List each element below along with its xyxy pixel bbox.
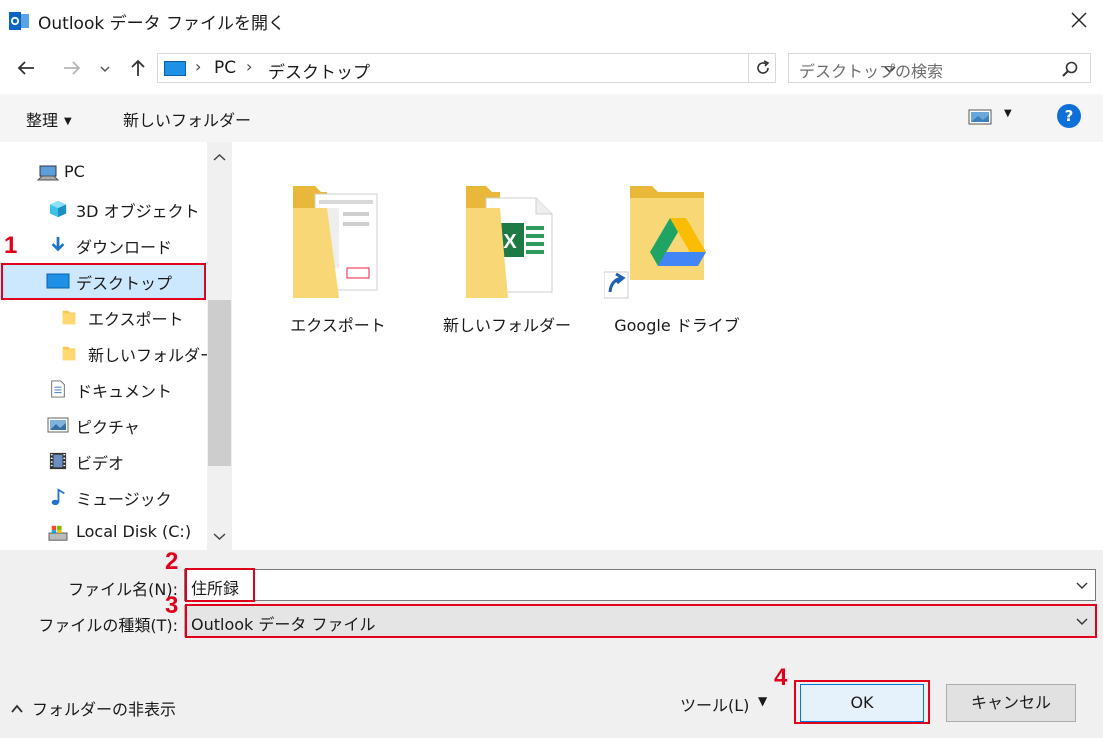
nav-item-local-disk[interactable]: Local Disk (C:) (0, 515, 206, 551)
nav-item-music[interactable]: ミュージック (0, 479, 206, 515)
up-arrow-icon[interactable] (124, 54, 152, 82)
cancel-button[interactable]: キャンセル (946, 684, 1076, 722)
search-icon[interactable] (1061, 60, 1079, 78)
hide-folders-label: フォルダーの非表示 (32, 700, 177, 719)
dropdown-triangle-icon: ▼ (64, 116, 72, 127)
nav-item-3d-objects[interactable]: 3D オブジェクト (0, 191, 206, 227)
filename-value: 住所録 (191, 579, 240, 598)
nav-item-label: Local Disk (C:) (76, 522, 192, 541)
view-dropdown-icon[interactable]: ▼ (1004, 108, 1012, 119)
ok-button[interactable]: OK (800, 684, 924, 722)
nav-item-downloads[interactable]: ダウンロード (0, 227, 206, 263)
desktop-icon (46, 273, 70, 289)
filetype-select[interactable]: Outlook データ ファイル (184, 605, 1096, 637)
nav-item-label: エクスポート (88, 310, 184, 329)
annotation-number: 3 (165, 592, 179, 619)
nav-item-label: 新しいフォルダー (88, 346, 217, 365)
window-title: Outlook データ ファイルを開く (38, 14, 285, 34)
navigation-pane: PC 3D オブジェクト ダウンロード デスクトップ エクスポート 新しいフォル… (0, 142, 232, 550)
file-label: Google ドライブ (614, 316, 740, 335)
desktop-icon (164, 61, 186, 76)
nav-item-documents[interactable]: ドキュメント (0, 371, 206, 407)
filetype-label: ファイルの種類(T): (38, 616, 178, 635)
nav-item-label: ビデオ (76, 454, 125, 473)
file-item-new-folder[interactable]: X 新しいフォルダー (442, 154, 572, 335)
video-icon (49, 452, 67, 470)
annotation-number: 1 (4, 232, 18, 259)
scroll-down-chevron-icon[interactable] (208, 525, 231, 549)
file-item-export[interactable]: エクスポート (273, 154, 403, 335)
organize-label: 整理 (26, 111, 59, 130)
hide-folders-button[interactable]: フォルダーの非表示 (10, 696, 176, 720)
file-label: 新しいフォルダー (442, 316, 571, 335)
svg-text:X: X (503, 231, 517, 253)
nav-item-label: PC (64, 162, 85, 181)
local-disk-icon (48, 525, 68, 541)
folder-icon (62, 346, 76, 361)
recent-locations-chevron-icon[interactable] (94, 54, 116, 82)
nav-item-export-folder[interactable]: エクスポート (0, 299, 206, 335)
tools-dropdown-icon[interactable]: ▼ (758, 694, 767, 708)
pictures-icon (47, 417, 69, 433)
folder-with-screenshot-icon (293, 186, 378, 298)
chevron-down-icon[interactable] (1075, 614, 1089, 628)
nav-item-label: ミュージック (76, 490, 172, 509)
filename-input[interactable]: 住所録 (184, 569, 1096, 601)
title-bar: Outlook データ ファイルを開く (0, 0, 1103, 42)
nav-item-label: 3D オブジェクト (76, 202, 200, 221)
address-bar[interactable]: › PC › デスクトップ (157, 53, 896, 83)
chevron-down-icon[interactable] (1075, 578, 1089, 592)
filetype-value: Outlook データ ファイル (191, 615, 376, 634)
folder-icon (62, 310, 76, 325)
tools-button[interactable]: ツール(L) (680, 692, 749, 716)
search-input[interactable]: デスクトップの検索 (788, 53, 1091, 83)
nav-item-new-folder[interactable]: 新しいフォルダー (0, 335, 216, 371)
pc-icon (36, 165, 60, 181)
file-list: エクスポート X 新しいフォルダー Google ドライブ (232, 142, 1103, 550)
file-label: エクスポート (290, 316, 386, 335)
forward-arrow-icon[interactable] (58, 54, 86, 82)
refresh-button[interactable] (748, 53, 776, 83)
nav-item-videos[interactable]: ビデオ (0, 443, 206, 479)
filename-label: ファイル名(N): (68, 580, 178, 599)
breadcrumb-pc[interactable]: PC (214, 58, 236, 78)
new-folder-button[interactable]: 新しいフォルダー (123, 107, 251, 131)
chevron-up-icon (11, 704, 23, 713)
breadcrumb-separator-icon: › (195, 57, 202, 76)
nav-scrollbar-thumb[interactable] (208, 300, 231, 466)
back-arrow-icon[interactable] (12, 54, 40, 82)
outlook-icon (9, 12, 29, 30)
close-icon[interactable] (1064, 5, 1094, 35)
google-drive-shortcut-icon (604, 186, 706, 299)
nav-item-pc[interactable]: PC (0, 155, 206, 191)
document-icon (51, 380, 65, 398)
annotation-number: 4 (774, 664, 788, 691)
annotation-number: 2 (165, 548, 179, 575)
nav-item-pictures[interactable]: ピクチャ (0, 407, 206, 443)
scroll-up-chevron-icon[interactable] (208, 146, 231, 170)
search-placeholder: デスクトップの検索 (799, 62, 944, 81)
file-item-google-drive[interactable]: Google ドライブ (604, 154, 742, 335)
folder-with-excel-icon: X (466, 186, 553, 298)
nav-item-label: デスクトップ (76, 274, 173, 293)
organize-button[interactable]: 整理 ▼ (26, 107, 72, 131)
nav-item-label: ピクチャ (76, 418, 140, 437)
cube-3d-icon (49, 200, 67, 218)
music-note-icon (51, 488, 65, 506)
refresh-icon (757, 60, 770, 74)
help-icon[interactable]: ? (1057, 104, 1081, 128)
breadcrumb-desktop[interactable]: デスクトップ (268, 58, 370, 83)
download-arrow-icon (51, 236, 65, 252)
nav-item-label: ドキュメント (76, 382, 173, 401)
breadcrumb-separator-icon: › (246, 57, 253, 76)
nav-item-label: ダウンロード (76, 238, 173, 257)
nav-item-desktop[interactable]: デスクトップ (0, 263, 206, 299)
command-bar: 整理 ▼ 新しいフォルダー ▼ ? (0, 94, 1103, 142)
view-options-icon[interactable] (968, 109, 992, 125)
